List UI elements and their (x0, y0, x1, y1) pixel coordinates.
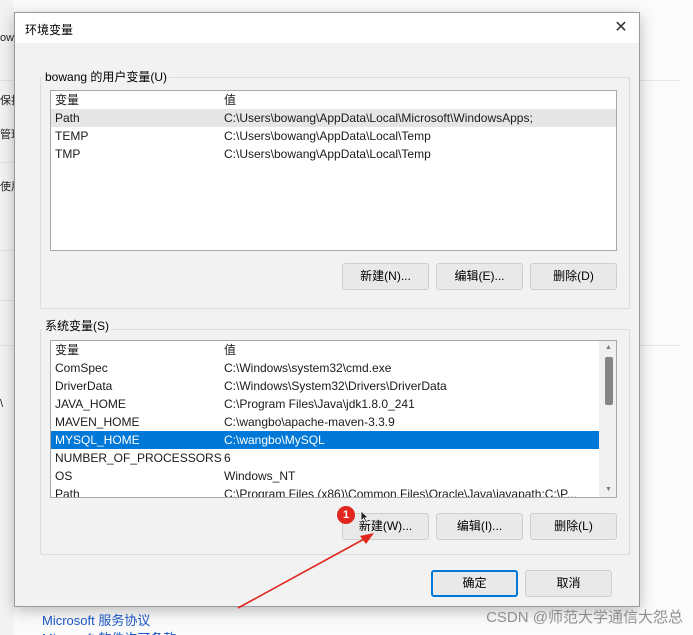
license-terms-link[interactable]: Microsoft 软件许可条款 (42, 628, 176, 635)
background-text-fragment: 使用 (0, 181, 14, 193)
user-edit-button[interactable]: 编辑(E)... (436, 263, 523, 290)
system-variables-list[interactable]: 变量 值 ComSpec C:\Windows\system32\cmd.exe… (50, 340, 617, 498)
background-divider (640, 345, 680, 346)
ok-button[interactable]: 确定 (431, 570, 518, 597)
variable-name: DriverData (55, 379, 113, 393)
scroll-down-arrow-icon[interactable]: ▼ (600, 483, 616, 497)
background-divider (0, 300, 14, 301)
table-row[interactable]: ComSpec C:\Windows\system32\cmd.exe (51, 359, 616, 377)
variable-name: ComSpec (55, 361, 108, 375)
variable-name: MAVEN_HOME (55, 415, 140, 429)
user-variables-header: 变量 值 (51, 91, 616, 109)
variable-value: C:\Program Files (x86)\Common Files\Orac… (224, 487, 577, 498)
system-variables-header: 变量 值 (51, 341, 616, 359)
watermark: CSDN @师范大学通信大怨总 (486, 609, 683, 626)
dialog-titlebar: 环境变量 ✕ (15, 13, 639, 43)
column-header-variable[interactable]: 变量 (55, 91, 79, 109)
table-row[interactable]: OS Windows_NT (51, 467, 616, 485)
scroll-up-arrow-icon[interactable]: ▲ (600, 341, 616, 355)
vertical-scrollbar[interactable]: ▲ ▼ (599, 341, 616, 497)
variable-value: Windows_NT (224, 469, 296, 483)
variable-value: C:\Users\bowang\AppData\Local\Temp (224, 147, 431, 161)
variable-value: C:\wangbo\MySQL (224, 433, 325, 447)
background-divider (0, 250, 14, 251)
close-icon: ✕ (614, 19, 628, 36)
variable-name: NUMBER_OF_PROCESSORS (55, 451, 222, 465)
variable-name: TEMP (55, 129, 89, 143)
table-row[interactable]: NUMBER_OF_PROCESSORS 6 (51, 449, 616, 467)
service-agreement-link[interactable]: Microsoft 服务协议 (42, 610, 150, 629)
scrollbar-thumb[interactable] (605, 357, 613, 405)
column-header-value[interactable]: 值 (224, 341, 236, 359)
close-button[interactable]: ✕ (607, 15, 635, 41)
user-variables-label: bowang 的用户变量(U) (43, 68, 170, 85)
table-row[interactable]: JAVA_HOME C:\Program Files\Java\jdk1.8.0… (51, 395, 616, 413)
background-text-fragment: 保护 (0, 95, 14, 107)
table-row[interactable]: TMP C:\Users\bowang\AppData\Local\Temp (51, 145, 616, 163)
background-text-fragment: 管理 (0, 129, 14, 141)
table-row[interactable]: Path C:\Users\bowang\AppData\Local\Micro… (51, 109, 616, 127)
table-row[interactable]: TEMP C:\Users\bowang\AppData\Local\Temp (51, 127, 616, 145)
table-row-selected[interactable]: MYSQL_HOME C:\wangbo\MySQL (51, 431, 616, 449)
variable-value: C:\Users\bowang\AppData\Local\Microsoft\… (224, 111, 533, 125)
mouse-cursor-icon (360, 510, 370, 524)
column-header-value[interactable]: 值 (224, 91, 236, 109)
cancel-button[interactable]: 取消 (525, 570, 612, 597)
user-delete-button[interactable]: 删除(D) (530, 263, 617, 290)
table-row[interactable]: MAVEN_HOME C:\wangbo\apache-maven-3.3.9 (51, 413, 616, 431)
background-divider (0, 80, 14, 81)
variable-name: Path (55, 487, 80, 498)
annotation-badge: 1 (337, 506, 355, 524)
background-divider (0, 345, 14, 346)
user-new-button[interactable]: 新建(N)... (342, 263, 429, 290)
variable-value: C:\Program Files\Java\jdk1.8.0_241 (224, 397, 415, 411)
system-new-button[interactable]: 新建(W)... (342, 513, 429, 540)
variable-name: Path (55, 111, 80, 125)
variable-value: C:\Users\bowang\AppData\Local\Temp (224, 129, 431, 143)
system-delete-button[interactable]: 删除(L) (530, 513, 617, 540)
background-divider (640, 80, 680, 81)
variable-value: C:\Windows\System32\Drivers\DriverData (224, 379, 447, 393)
system-edit-button[interactable]: 编辑(I)... (436, 513, 523, 540)
table-row[interactable]: Path C:\Program Files (x86)\Common Files… (51, 485, 616, 498)
variable-value: C:\Windows\system32\cmd.exe (224, 361, 392, 375)
background-text-fragment: ow (0, 32, 14, 44)
variable-name: OS (55, 469, 73, 483)
user-variables-list[interactable]: 变量 值 Path C:\Users\bowang\AppData\Local\… (50, 90, 617, 251)
variable-value: 6 (224, 451, 231, 465)
background-text-fragment: \ (0, 398, 4, 410)
background-divider (0, 162, 14, 163)
variable-name: TMP (55, 147, 81, 161)
system-variables-label: 系统变量(S) (43, 317, 111, 334)
environment-variables-dialog: 环境变量 ✕ bowang 的用户变量(U) 变量 值 Path C:\User… (14, 12, 640, 607)
dialog-title: 环境变量 (25, 23, 74, 37)
variable-value: C:\wangbo\apache-maven-3.3.9 (224, 415, 395, 429)
variable-name: JAVA_HOME (55, 397, 126, 411)
table-row[interactable]: DriverData C:\Windows\System32\Drivers\D… (51, 377, 616, 395)
variable-name: MYSQL_HOME (55, 433, 140, 447)
column-header-variable[interactable]: 变量 (55, 341, 79, 359)
